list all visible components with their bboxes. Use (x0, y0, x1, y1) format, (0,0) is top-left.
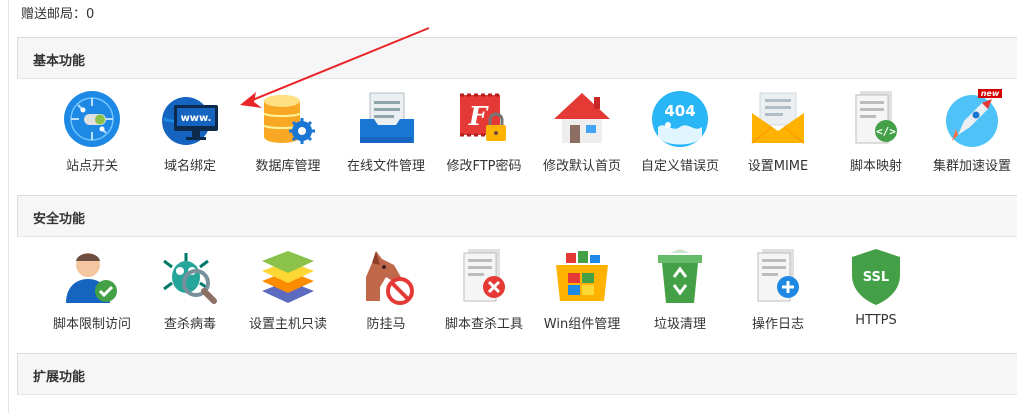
item-ftp-password[interactable]: F 修改FTP密码 (435, 89, 533, 174)
win-box-icon (556, 251, 608, 301)
item-label: 操作日志 (751, 317, 804, 332)
item-operation-log[interactable]: 操作日志 (729, 247, 827, 332)
item-script-limit[interactable]: 脚本限制访问 (43, 247, 141, 332)
item-win-component[interactable]: Win组件管理 (533, 247, 631, 332)
item-label: 修改FTP密码 (446, 159, 522, 174)
item-label: HTTPS (855, 313, 897, 328)
doc-delete-icon (463, 249, 505, 302)
item-https[interactable]: SSL HTTPS (827, 247, 925, 328)
item-virus-scan[interactable]: 查杀病毒 (141, 247, 239, 332)
gift-mail-count: 赠送邮局：0 (21, 7, 95, 22)
section-title: 安全功能 (33, 212, 86, 227)
item-garbage-clean[interactable]: 垃圾清理 (631, 247, 729, 332)
item-file-manager[interactable]: 在线文件管理 (337, 89, 435, 174)
item-label: Win组件管理 (543, 317, 621, 332)
new-badge: new (981, 89, 1000, 98)
svg-text:</>: </> (876, 125, 896, 138)
item-script-kill[interactable]: 脚本查杀工具 (435, 247, 533, 332)
item-label: 脚本查杀工具 (444, 317, 523, 332)
section-title: 基本功能 (33, 54, 86, 69)
item-anti-trojan[interactable]: 防挂马 (337, 247, 435, 332)
virus-scan-icon (163, 253, 217, 304)
section-header: 扩展功能 (17, 353, 1017, 395)
item-readonly[interactable]: 设置主机只读 (239, 247, 337, 332)
svg-text:404: 404 (664, 102, 695, 120)
item-label: 修改默认首页 (542, 159, 621, 174)
feature-grid: 站点开关 www. 域名绑定 数据库管理 在线文件管理 F 修改FTP密码 修改… (17, 79, 1017, 189)
layers-icon (262, 251, 314, 303)
ssl-text: SSL (863, 270, 889, 285)
recycle-bin-icon (658, 249, 702, 303)
item-label: 域名绑定 (163, 159, 216, 174)
site-switch-icon (64, 91, 120, 147)
item-label: 站点开关 (65, 159, 118, 174)
item-label: 防挂马 (366, 317, 406, 332)
item-label: 设置MIME (747, 159, 809, 174)
error-page-icon: 404 (652, 91, 708, 147)
cluster-boost-icon: new (946, 89, 1002, 147)
item-site-switch[interactable]: 站点开关 (43, 89, 141, 174)
ftp-password-icon: F (460, 93, 506, 141)
item-label: 自定义错误页 (640, 159, 719, 174)
item-label: 查杀病毒 (163, 317, 216, 332)
ssl-shield-icon: SSL (852, 249, 900, 305)
file-manager-icon (360, 92, 414, 143)
section-security: 安全功能 脚本限制访问 查杀病毒 设置主机只读 防挂马 脚本查杀工具 Win组件… (17, 195, 1017, 347)
item-label: 垃圾清理 (653, 317, 706, 332)
horse-block-icon (366, 251, 414, 305)
svg-text:F: F (468, 102, 489, 132)
database-icon (263, 95, 315, 144)
home-page-icon (554, 93, 610, 143)
section-extend: 扩展功能 (17, 353, 1017, 395)
item-home-page[interactable]: 修改默认首页 (533, 89, 631, 174)
doc-add-icon (757, 249, 799, 302)
item-cluster-boost[interactable]: new 集群加速设置 (923, 89, 1017, 174)
item-database[interactable]: 数据库管理 (239, 89, 337, 174)
item-label: 脚本限制访问 (52, 317, 131, 332)
section-basic: 基本功能 站点开关 www. 域名绑定 数据库管理 在线文件管理 F 修改FTP… (17, 37, 1017, 189)
section-title: 扩展功能 (33, 370, 86, 385)
left-border (8, 0, 9, 413)
item-label: 数据库管理 (255, 159, 321, 174)
item-label: 设置主机只读 (248, 317, 327, 332)
item-domain-bind[interactable]: www. 域名绑定 (141, 89, 239, 174)
user-check-icon (66, 253, 117, 303)
item-script-map[interactable]: </> 脚本映射 (827, 89, 925, 174)
svg-text:www.: www. (181, 113, 212, 124)
item-label: 集群加速设置 (932, 159, 1011, 174)
item-error-page[interactable]: 404 自定义错误页 (631, 89, 729, 174)
domain-bind-icon: www. (162, 97, 218, 145)
item-label: 在线文件管理 (346, 159, 425, 174)
feature-grid: 脚本限制访问 查杀病毒 设置主机只读 防挂马 脚本查杀工具 Win组件管理 垃圾… (17, 237, 1017, 347)
script-map-icon: </> (855, 91, 897, 144)
item-label: 脚本映射 (849, 159, 902, 174)
mime-icon (751, 92, 805, 144)
section-header: 基本功能 (17, 37, 1017, 79)
item-mime[interactable]: 设置MIME (729, 89, 827, 174)
section-header: 安全功能 (17, 195, 1017, 237)
